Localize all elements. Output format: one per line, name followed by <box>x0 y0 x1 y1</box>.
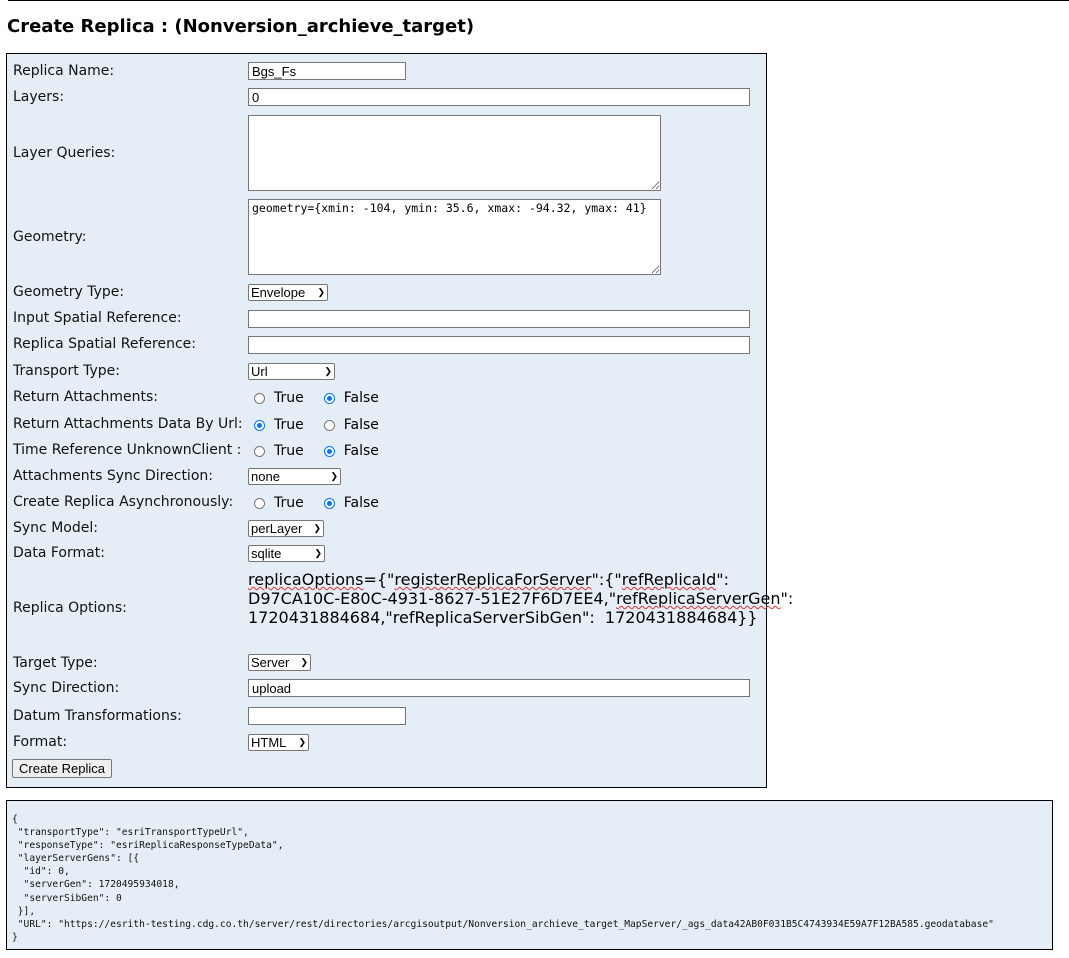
input-sr-input[interactable] <box>248 310 750 328</box>
async-label: Create Replica Asynchronously: <box>13 494 234 510</box>
target-type-value: Server <box>251 655 290 670</box>
replica-options-token: registerReplicaForServer <box>394 570 592 589</box>
attachments-sync-direction-label: Attachments Sync Direction: <box>13 468 213 484</box>
chevron-down-icon: ❯ <box>313 523 321 533</box>
sync-direction-label: Sync Direction: <box>13 680 120 696</box>
replica-options-token: 1720431884684,"refReplicaServerSibGen": … <box>248 608 758 627</box>
sync-direction-input[interactable] <box>248 679 750 697</box>
replica-name-input[interactable] <box>248 62 406 80</box>
return-attachments-by-url-label: Return Attachments Data By Url: <box>13 416 243 432</box>
replica-options-token: ": <box>780 589 794 608</box>
data-format-label: Data Format: <box>13 545 105 561</box>
geometry-type-value: Envelope <box>251 285 306 300</box>
chevron-down-icon: ❯ <box>300 657 308 667</box>
target-type-select[interactable]: Server ❯ <box>248 654 311 671</box>
create-replica-form: Replica Name: Layers: Layer Queries: Geo… <box>6 53 793 788</box>
chevron-down-icon: ❯ <box>298 737 306 747</box>
chevron-down-icon: ❯ <box>330 471 338 481</box>
time-ref-true-label: True <box>274 443 304 459</box>
replica-sr-label: Replica Spatial Reference: <box>13 336 196 352</box>
geometry-textarea[interactable]: geometry={xmin: -104, ymin: 35.6, xmax: … <box>248 199 661 275</box>
return-attachments-by-url-false-label: False <box>343 417 379 433</box>
geometry-label: Geometry: <box>13 229 87 245</box>
replica-options-token: replicaOptions <box>248 570 364 589</box>
return-attachments-by-url-false-radio[interactable] <box>323 419 335 431</box>
response-json: { "transportType": "esriTransportTypeUrl… <box>12 814 994 943</box>
async-false-radio[interactable] <box>323 497 335 509</box>
chevron-down-icon: ❯ <box>317 287 325 297</box>
return-attachments-true-label: True <box>274 390 304 406</box>
format-label: Format: <box>13 734 68 750</box>
return-attachments-false-label: False <box>343 390 379 406</box>
transport-type-value: Url <box>251 364 268 379</box>
async-false-label: False <box>343 495 379 511</box>
layer-queries-textarea[interactable] <box>248 115 661 191</box>
data-format-select[interactable]: sqlite ❯ <box>248 545 325 562</box>
replica-options-token: D97CA10C-E80C-4931-8627-51E27F6D7EE4," <box>248 589 617 608</box>
data-format-value: sqlite <box>251 546 282 561</box>
attachments-sync-direction-value: none <box>251 469 280 484</box>
replica-options-token: refReplicaId <box>621 570 717 589</box>
format-select[interactable]: HTML ❯ <box>248 734 309 751</box>
chevron-down-icon: ❯ <box>324 366 332 376</box>
target-type-label: Target Type: <box>13 655 98 671</box>
async-true-label: True <box>274 495 304 511</box>
attachments-sync-direction-select[interactable]: none ❯ <box>248 468 341 485</box>
response-panel: { "transportType": "esriTransportTypeUrl… <box>6 800 1053 950</box>
time-ref-false-radio[interactable] <box>323 445 335 457</box>
input-sr-label: Input Spatial Reference: <box>13 310 182 326</box>
replica-options-textarea[interactable]: replicaOptions={"registerReplicaForServe… <box>248 570 793 627</box>
replica-options-token: ": <box>716 570 729 589</box>
replica-options-token: ={" <box>363 570 395 589</box>
time-ref-unknown-client-label: Time Reference UnknownClient : <box>13 442 242 458</box>
replica-name-label: Replica Name: <box>13 63 115 79</box>
replica-sr-input[interactable] <box>248 336 750 354</box>
chevron-down-icon: ❯ <box>314 548 322 558</box>
layers-input[interactable] <box>248 88 750 106</box>
format-value: HTML <box>251 735 287 750</box>
sync-model-value: perLayer <box>251 521 303 536</box>
time-ref-false-label: False <box>343 443 379 459</box>
return-attachments-label: Return Attachments: <box>13 389 158 405</box>
time-ref-true-radio[interactable] <box>254 445 265 457</box>
return-attachments-by-url-radios: True False <box>254 417 399 433</box>
transport-type-label: Transport Type: <box>13 363 121 379</box>
async-radios: True False <box>254 495 399 511</box>
time-ref-unknown-client-radios: True False <box>254 443 399 459</box>
datum-transformations-input[interactable] <box>248 707 406 725</box>
datum-transformations-label: Datum Transformations: <box>13 708 182 724</box>
return-attachments-by-url-true-radio[interactable] <box>254 419 265 431</box>
sync-model-select[interactable]: perLayer ❯ <box>248 520 324 537</box>
layer-queries-label: Layer Queries: <box>13 145 116 161</box>
transport-type-select[interactable]: Url ❯ <box>248 363 335 380</box>
async-true-radio[interactable] <box>254 497 265 509</box>
return-attachments-false-radio[interactable] <box>323 392 335 404</box>
return-attachments-radios: True False <box>254 390 399 406</box>
create-replica-button[interactable]: Create Replica <box>12 759 112 778</box>
replica-options-label: Replica Options: <box>13 600 127 616</box>
replica-options-token: refReplicaServerGen <box>616 589 781 608</box>
page-title: Create Replica : (Nonversion_archieve_ta… <box>7 16 475 37</box>
geometry-type-label: Geometry Type: <box>13 284 125 300</box>
return-attachments-true-radio[interactable] <box>254 392 265 404</box>
replica-options-token: ":{" <box>591 570 622 589</box>
top-divider <box>8 0 1069 1</box>
return-attachments-by-url-true-label: True <box>274 417 304 433</box>
layers-label: Layers: <box>13 89 65 105</box>
sync-model-label: Sync Model: <box>13 520 98 536</box>
geometry-type-select[interactable]: Envelope ❯ <box>248 284 328 301</box>
